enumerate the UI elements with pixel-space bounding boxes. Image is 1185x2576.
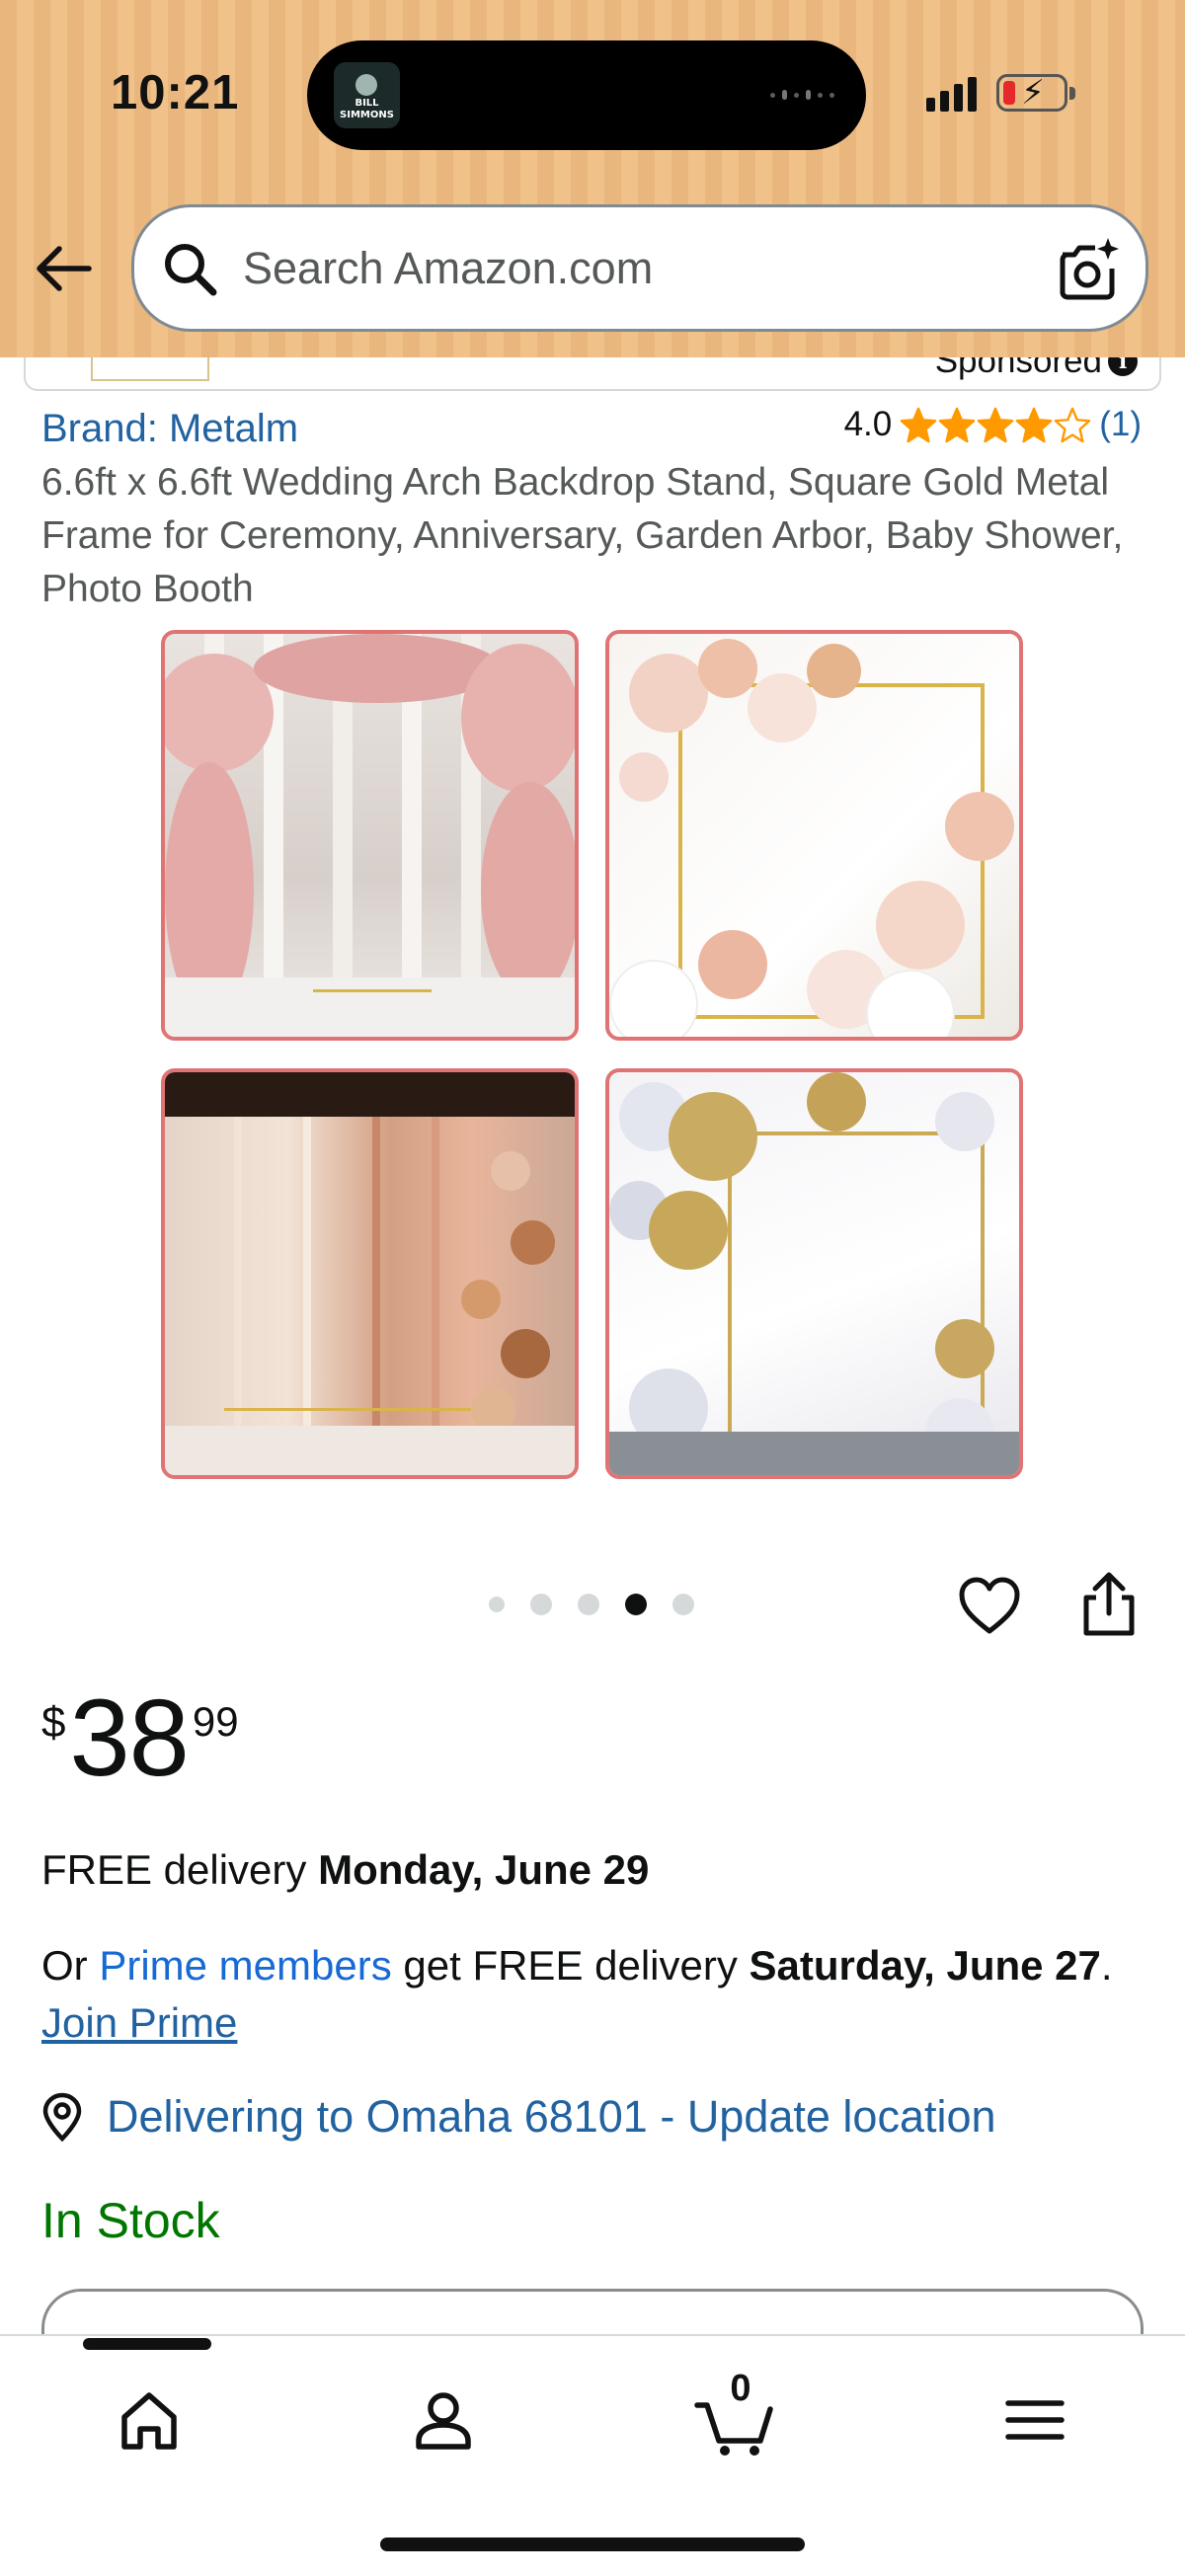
- dynamic-island[interactable]: BILL SIMMONS: [307, 40, 866, 150]
- star-filled-icon: [977, 407, 1014, 443]
- account-icon: [416, 2392, 471, 2450]
- star-empty-icon: [1054, 407, 1091, 443]
- delivery-location-link[interactable]: Delivering to Omaha 68101 - Update locat…: [40, 2091, 996, 2143]
- delivery-date: Monday, June 29: [318, 1846, 650, 1893]
- rating-value: 4.0: [843, 405, 893, 443]
- home-indicator: [380, 2537, 805, 2551]
- app-header: 10:21 BILL SIMMONS ⚡: [0, 0, 1185, 357]
- star-filled-icon: [1015, 407, 1053, 443]
- search-bar[interactable]: [131, 204, 1148, 332]
- product-image-floral-arch[interactable]: [161, 630, 579, 1041]
- camera-sparkle-icon: [1060, 238, 1119, 300]
- prime-members-link[interactable]: Prime members: [99, 1942, 391, 1989]
- rating-count-link[interactable]: (1): [1099, 405, 1142, 444]
- carousel-dot[interactable]: [489, 1597, 505, 1612]
- location-text: Delivering to Omaha 68101 - Update locat…: [107, 2091, 996, 2142]
- product-image-draped-backdrop[interactable]: [161, 1068, 579, 1479]
- price: $ 38 99: [41, 1684, 239, 1793]
- prime-line-separator: .: [1100, 1942, 1113, 1989]
- artwork-text-line1: BILL: [355, 98, 379, 109]
- in-stock-status: In Stock: [41, 2193, 220, 2248]
- nav-home-button[interactable]: [105, 2376, 194, 2464]
- prime-delivery-date: Saturday, June 27: [749, 1942, 1101, 1989]
- now-playing-artwork: BILL SIMMONS: [334, 62, 400, 128]
- cart-count-badge: 0: [730, 2368, 751, 2409]
- nav-cart-button[interactable]: 0: [691, 2368, 780, 2464]
- battery-charging-icon: ⚡: [996, 74, 1075, 112]
- audio-waveform-icon: [770, 90, 834, 100]
- menu-icon: [1005, 2400, 1065, 2440]
- carousel-dot-active[interactable]: [625, 1594, 647, 1615]
- location-pin-icon: [42, 2092, 82, 2142]
- rating-summary[interactable]: 4.0 (1): [844, 405, 1142, 444]
- product-image-white-gold-balloons[interactable]: [605, 1068, 1023, 1479]
- price-currency: $: [41, 1698, 66, 1747]
- nav-menu-button[interactable]: [990, 2376, 1079, 2464]
- free-delivery-line: FREE delivery Monday, June 29: [41, 1846, 649, 1894]
- product-image-peach-balloons[interactable]: [605, 630, 1023, 1041]
- product-title: 6.6ft x 6.6ft Wedding Arch Backdrop Stan…: [41, 461, 1124, 610]
- search-icon: [165, 244, 217, 296]
- share-icon: [1083, 1572, 1135, 1636]
- star-filled-icon: [938, 407, 976, 443]
- carousel-dot[interactable]: [530, 1594, 552, 1615]
- prime-delivery-line: Or Prime members get FREE delivery Satur…: [41, 1937, 1138, 2052]
- price-fraction: 99: [192, 1698, 239, 1745]
- back-button[interactable]: [30, 233, 101, 304]
- prime-line-prefix: Or: [41, 1942, 100, 1989]
- home-icon: [121, 2392, 177, 2450]
- prime-line-middle: get FREE delivery: [391, 1942, 750, 1989]
- join-prime-link[interactable]: Join Prime: [41, 1999, 237, 2046]
- carousel-dot[interactable]: [578, 1594, 599, 1615]
- search-input[interactable]: [243, 231, 1033, 306]
- active-tab-indicator: [83, 2338, 211, 2350]
- wishlist-button[interactable]: [957, 1574, 1022, 1639]
- artwork-text-line2: SIMMONS: [340, 110, 394, 120]
- star-filled-icon: [900, 407, 937, 443]
- camera-search-button[interactable]: [1055, 235, 1124, 304]
- status-time: 10:21: [111, 66, 240, 119]
- delivery-prefix: FREE delivery: [41, 1846, 319, 1893]
- brand-link[interactable]: Brand: Metalm: [41, 407, 298, 451]
- carousel-pagination: [489, 1594, 694, 1615]
- arrow-left-icon: [37, 246, 92, 291]
- star-rating: [900, 406, 1091, 443]
- cellular-signal-icon: [926, 77, 977, 112]
- share-button[interactable]: [1076, 1570, 1142, 1639]
- nav-account-button[interactable]: [399, 2376, 488, 2464]
- artwork-portrait: [356, 74, 377, 96]
- carousel-dot[interactable]: [672, 1594, 694, 1615]
- heart-icon: [959, 1577, 1020, 1634]
- price-whole: 38: [69, 1678, 189, 1799]
